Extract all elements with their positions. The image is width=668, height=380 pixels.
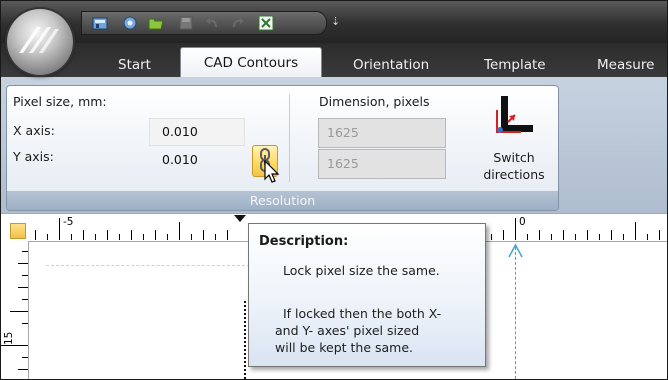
ruler-marker-icon[interactable] — [233, 214, 247, 224]
ruler-tick — [623, 234, 624, 240]
tooltip-title: Description: — [259, 234, 349, 249]
app-logo-icon — [19, 27, 59, 53]
ribbon-panel: Pixel size, mm: X axis: Y axis: 0.010 0.… — [1, 77, 667, 213]
pixel-size-label: Pixel size, mm: — [13, 94, 107, 109]
ruler-tick — [503, 230, 504, 240]
open-folder-icon[interactable] — [148, 15, 164, 31]
ruler-tick — [22, 357, 28, 358]
switch-directions-button[interactable]: Switch directions — [473, 92, 555, 186]
vertical-ruler[interactable]: 15 — [1, 241, 29, 379]
x-axis-pixel-size-field[interactable]: 0.010 — [149, 118, 245, 146]
app-window: ⇣ Start CAD Contours Orientation Templat… — [0, 0, 668, 380]
undo-icon[interactable] — [204, 15, 220, 31]
y-axis-label: Y axis: — [13, 149, 54, 164]
ruler-tick — [18, 287, 28, 288]
contour-edge-line — [244, 301, 246, 379]
ruler-tick — [491, 234, 492, 240]
ruler-tick-major — [1, 345, 28, 346]
group-separator — [289, 94, 290, 182]
ruler-tick — [563, 230, 564, 240]
ruler-label-zero: 0 — [519, 216, 526, 228]
title-bar: ⇣ — [1, 1, 667, 43]
ruler-tick — [107, 230, 108, 240]
tab-measure[interactable]: Measure — [597, 57, 654, 73]
ruler-tick — [179, 222, 180, 240]
axis-switch-icon — [496, 96, 533, 133]
tools-icon[interactable] — [122, 15, 138, 31]
ruler-origin-corner[interactable] — [10, 223, 26, 239]
ruler-tick — [18, 369, 28, 370]
ruler-tick — [203, 230, 204, 240]
ruler-tick — [47, 234, 48, 240]
ruler-tick — [611, 230, 612, 240]
ruler-tick — [155, 230, 156, 240]
ruler-tick — [635, 222, 636, 240]
switch-label-line1: Switch — [493, 150, 535, 165]
ruler-tick — [191, 234, 192, 240]
ruler-tick — [599, 234, 600, 240]
tooltip-line-2: If locked then the both X- — [283, 306, 442, 321]
ruler-tick — [227, 230, 228, 240]
tooltip-line-4: will be kept the same. — [275, 340, 414, 355]
ruler-tick — [22, 299, 28, 300]
description-tooltip: Description: Lock pixel size the same. I… — [248, 223, 486, 367]
ruler-tick — [83, 230, 84, 240]
x-axis-pixel-size-value: 0.010 — [162, 124, 198, 139]
resolution-group: Pixel size, mm: X axis: Y axis: 0.010 0.… — [6, 85, 559, 211]
y-axis-pixel-size-value: 0.010 — [162, 152, 198, 167]
x-axis-label: X axis: — [13, 123, 55, 138]
app-menu-orb[interactable] — [7, 9, 73, 75]
ruler-tick — [143, 234, 144, 240]
ruler-tick — [587, 230, 588, 240]
ruler-tick — [35, 230, 36, 240]
tab-start[interactable]: Start — [118, 57, 151, 73]
switch-label-line2: directions — [483, 167, 545, 182]
ruler-tick — [551, 234, 552, 240]
ruler-tick — [131, 230, 132, 240]
ruler-tick — [22, 251, 28, 252]
ruler-tick — [647, 234, 648, 240]
ruler-label-15: 15 — [3, 331, 15, 345]
ruler-tick — [215, 234, 216, 240]
ruler-tick — [22, 323, 28, 324]
ruler-tick — [575, 234, 576, 240]
ruler-tick — [167, 234, 168, 240]
ruler-tick — [22, 275, 28, 276]
tooltip-line-1: Lock pixel size the same. — [283, 263, 440, 278]
ruler-tick — [659, 230, 660, 240]
ruler-tick — [527, 234, 528, 240]
resolution-group-label: Resolution — [7, 191, 558, 210]
redo-icon[interactable] — [230, 15, 246, 31]
dimension-x-field[interactable]: 1625 — [318, 118, 446, 148]
ruler-tick — [71, 234, 72, 240]
ruler-tick — [18, 263, 28, 264]
home-icon[interactable] — [92, 15, 108, 31]
ruler-tick — [10, 311, 28, 312]
qat-customize-icon[interactable]: ⇣ — [331, 15, 340, 28]
cyan-guide-line — [515, 247, 516, 379]
dimension-label: Dimension, pixels — [319, 94, 430, 109]
ribbon-tab-bar: Start CAD Contours Orientation Template … — [1, 43, 667, 78]
save-icon[interactable] — [178, 15, 194, 31]
ruler-tick-major — [59, 218, 60, 240]
ruler-tick — [95, 234, 96, 240]
ruler-label-minus5: -5 — [63, 216, 74, 228]
tab-cad-contours[interactable]: CAD Contours — [180, 47, 322, 78]
mouse-cursor-icon — [264, 160, 280, 183]
export-icon[interactable] — [258, 15, 274, 31]
ruler-tick — [539, 230, 540, 240]
tab-template[interactable]: Template — [484, 57, 546, 73]
tab-orientation[interactable]: Orientation — [353, 57, 429, 73]
quick-access-toolbar — [81, 11, 327, 35]
y-axis-pixel-size-field[interactable]: 0.010 — [149, 146, 245, 174]
tooltip-line-3: and Y- axes' pixel sized — [275, 323, 420, 338]
guide-arrow-icon — [508, 243, 523, 258]
ruler-tick — [119, 234, 120, 240]
ruler-tick-major — [515, 218, 516, 240]
dimension-y-field[interactable]: 1625 — [318, 149, 446, 179]
